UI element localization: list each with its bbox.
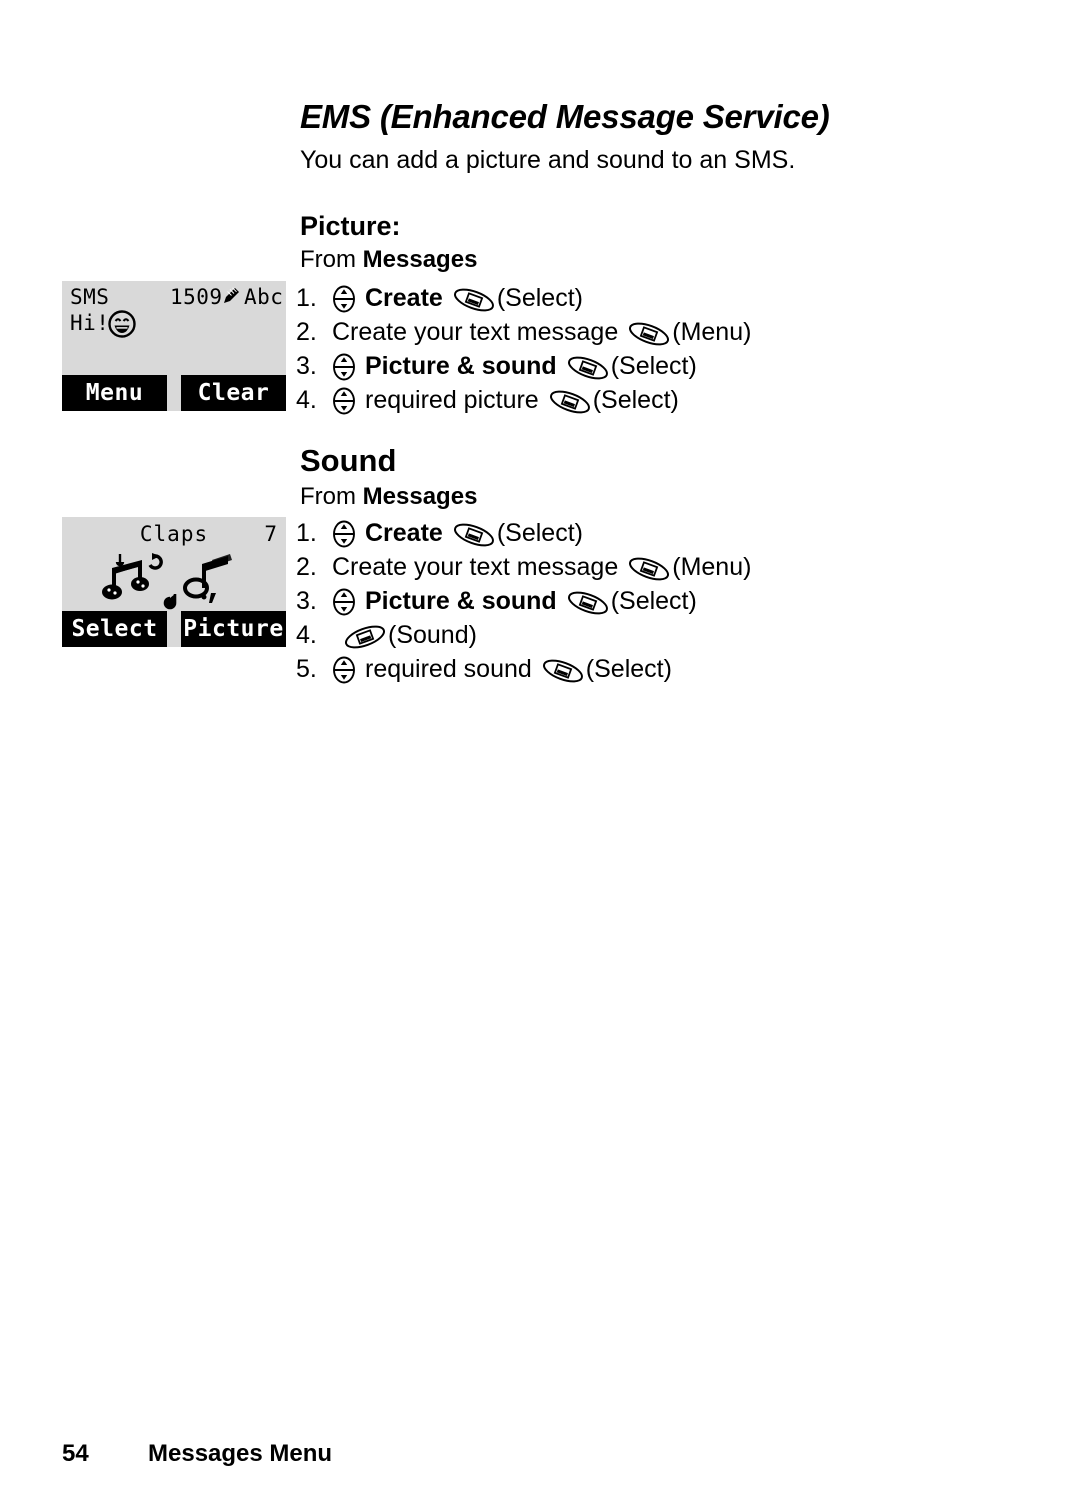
picture-from-target: Messages	[362, 246, 478, 273]
sms-right-softkey-clear[interactable]: Clear	[181, 375, 286, 411]
step-item: 5. required sound (Select)	[296, 652, 1056, 686]
page-title: EMS (Enhanced Message Service)	[300, 98, 830, 135]
right-soft-key-icon	[541, 658, 585, 684]
step-body: Picture & sound (Select)	[332, 587, 697, 616]
footer-page-number: 54	[62, 1440, 89, 1467]
music-notes-icon	[100, 550, 250, 612]
step-item: 2. Create your text message (Menu)	[296, 550, 1056, 584]
sms-input-mode: Abc	[244, 285, 284, 309]
pencil-icon	[222, 286, 241, 305]
step-label: Create	[365, 283, 443, 312]
step-body: Create your text message (Menu)	[332, 553, 751, 582]
sms-left-softkey-menu[interactable]: Menu	[62, 375, 167, 411]
sound-section-heading: Sound	[300, 443, 397, 478]
navigation-key-icon	[332, 656, 356, 684]
step-number: 2.	[296, 317, 317, 346]
smiley-face-icon	[107, 309, 137, 339]
step-softkey-label: (Select)	[496, 518, 583, 547]
step-number: 1.	[296, 518, 317, 547]
sms-character-counter: 1509	[170, 285, 223, 309]
right-soft-key-icon	[627, 321, 671, 347]
step-number: 4.	[296, 385, 317, 414]
right-soft-key-icon	[627, 556, 671, 582]
navigation-key-icon	[332, 520, 356, 548]
sound-screen-index: 7	[264, 522, 277, 546]
sms-body-text: Hi!	[70, 311, 110, 335]
right-soft-key-icon	[566, 355, 610, 381]
step-label: Create your text message	[332, 317, 619, 346]
step-item: 3. Picture & sound (Select)	[296, 584, 1056, 618]
step-item: 1. Create (Select)	[296, 516, 1056, 550]
step-label: required picture	[365, 385, 539, 414]
navigation-key-icon	[332, 353, 356, 381]
step-item: 4. (Sound)	[296, 618, 1056, 652]
step-number: 2.	[296, 552, 317, 581]
picture-steps-list: 1. Create (Select) 2. Create your text messa…	[296, 281, 1056, 417]
sms-status-bar: SMS 1509 Abc	[62, 281, 286, 315]
step-body: Create (Select)	[332, 519, 583, 548]
step-number: 5.	[296, 654, 317, 683]
step-item: 3. Picture & sound (Select)	[296, 349, 1056, 383]
sms-screen-illustration: SMS 1509 Abc Hi! Menu Clear	[62, 281, 286, 411]
step-label: Create	[365, 518, 443, 547]
step-item: 1. Create (Select)	[296, 281, 1056, 315]
intro-paragraph: You can add a picture and sound to an SM…	[300, 146, 796, 174]
step-item: 4. required picture (Select)	[296, 383, 1056, 417]
right-soft-key-icon	[452, 287, 496, 313]
right-soft-key-icon	[452, 522, 496, 548]
sound-screen-title: Claps	[139, 522, 209, 546]
step-number: 4.	[296, 620, 317, 649]
sms-softkey-bar: Menu Clear	[62, 375, 286, 411]
step-softkey-label: (Select)	[496, 283, 583, 312]
step-body: required picture (Select)	[332, 386, 679, 415]
left-soft-key-icon	[343, 624, 387, 650]
step-number: 3.	[296, 586, 317, 615]
step-item: 2. Create your text message (Menu)	[296, 315, 1056, 349]
step-label: Create your text message	[332, 552, 619, 581]
step-label: Picture & sound	[365, 351, 557, 380]
step-number: 3.	[296, 351, 317, 380]
sound-left-softkey-select[interactable]: Select	[62, 611, 167, 647]
step-softkey-label: (Select)	[585, 654, 672, 683]
step-body: Picture & sound (Select)	[332, 352, 697, 381]
picture-from-line: From Messages	[300, 246, 477, 274]
sound-screen-illustration: Claps 7 Select Picture	[62, 517, 286, 647]
navigation-key-icon	[332, 285, 356, 313]
step-body: (Sound)	[332, 621, 477, 650]
sms-type-label: SMS	[70, 285, 110, 309]
sound-softkey-bar: Select Picture	[62, 611, 286, 647]
picture-from-prefix: From	[300, 246, 363, 273]
step-body: Create your text message (Menu)	[332, 318, 751, 347]
step-softkey-label: (Sound)	[388, 620, 477, 649]
step-softkey-label: (Menu)	[672, 552, 752, 581]
sound-from-line: From Messages	[300, 483, 477, 511]
step-label: Picture & sound	[365, 586, 557, 615]
step-softkey-label: (Select)	[610, 351, 697, 380]
sound-right-softkey-picture[interactable]: Picture	[181, 611, 286, 647]
step-number: 1.	[296, 283, 317, 312]
navigation-key-icon	[332, 387, 356, 415]
sound-from-target: Messages	[362, 483, 478, 510]
step-label: required sound	[365, 654, 532, 683]
sound-from-prefix: From	[300, 483, 363, 510]
navigation-key-icon	[332, 588, 356, 616]
step-body: required sound (Select)	[332, 655, 672, 684]
right-soft-key-icon	[566, 590, 610, 616]
right-soft-key-icon	[548, 389, 592, 415]
step-softkey-label: (Select)	[610, 586, 697, 615]
picture-section-heading: Picture:	[300, 211, 401, 241]
step-body: Create (Select)	[332, 284, 583, 313]
sound-steps-list: 1. Create (Select) 2. Create your text messa…	[296, 516, 1056, 686]
step-softkey-label: (Select)	[592, 385, 679, 414]
step-softkey-label: (Menu)	[672, 317, 752, 346]
footer-section-title: Messages Menu	[148, 1440, 333, 1467]
